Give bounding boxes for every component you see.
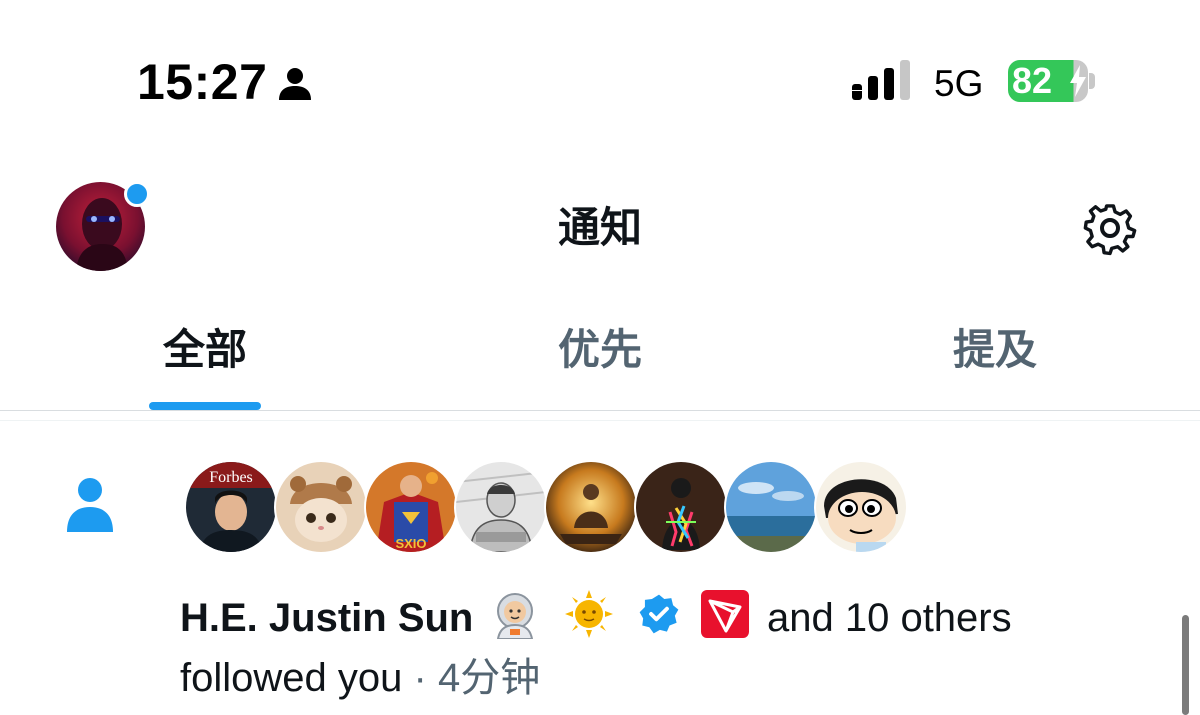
- status-bar: 15:27 5G 82: [0, 0, 1200, 150]
- page-title: 通知: [557, 204, 642, 251]
- person-follow-icon: [67, 478, 113, 532]
- follower-avatars: Forbes SXIO: [184, 460, 914, 554]
- notification-action: followed you: [180, 656, 403, 700]
- follower-avatar[interactable]: [454, 460, 548, 554]
- battery-tip: [1089, 73, 1095, 89]
- scrollbar[interactable]: [1182, 615, 1189, 715]
- gear-icon[interactable]: [1080, 198, 1140, 258]
- tab-priority[interactable]: 优先: [540, 320, 660, 410]
- svg-text:Forbes: Forbes: [209, 469, 253, 486]
- follower-avatar[interactable]: [274, 460, 368, 554]
- network-label: 5G: [934, 63, 984, 104]
- follower-avatar[interactable]: [724, 460, 818, 554]
- tabs-divider: [0, 410, 1200, 411]
- sun-emoji: [564, 590, 613, 639]
- follower-avatar[interactable]: [544, 460, 638, 554]
- section-divider: [0, 420, 1200, 421]
- notification-text: H.E. Justin Sun and 10 others: [180, 590, 1140, 646]
- follower-avatar[interactable]: [634, 460, 728, 554]
- astronaut-emoji: [497, 593, 534, 640]
- signal-icon: [852, 60, 910, 100]
- follower-avatar[interactable]: [814, 460, 908, 554]
- tab-mentions[interactable]: 提及: [935, 320, 1055, 410]
- follower-avatar[interactable]: SXIO: [364, 460, 458, 554]
- tab-all[interactable]: 全部: [145, 320, 265, 410]
- dot-separator: ·: [413, 656, 427, 700]
- bolt-icon: [1070, 65, 1086, 97]
- notification-time: 4分钟: [437, 656, 541, 700]
- verified-badge-icon: [639, 595, 679, 634]
- svg-text:SXIO: SXIO: [395, 536, 426, 551]
- status-time: 15:27: [137, 54, 268, 110]
- follower-avatar[interactable]: Forbes: [184, 460, 278, 554]
- notification-rest: and 10 others: [766, 596, 1012, 640]
- tron-logo: [700, 590, 749, 639]
- notification-subtext: followed you · 4分钟: [180, 650, 1080, 706]
- tab-active-indicator: [149, 402, 261, 410]
- follower-name[interactable]: H.E. Justin Sun: [180, 596, 473, 640]
- person-icon: [279, 68, 311, 100]
- tab-bar: 全部 优先 提及: [0, 300, 1200, 410]
- battery-label: 82: [1012, 60, 1053, 101]
